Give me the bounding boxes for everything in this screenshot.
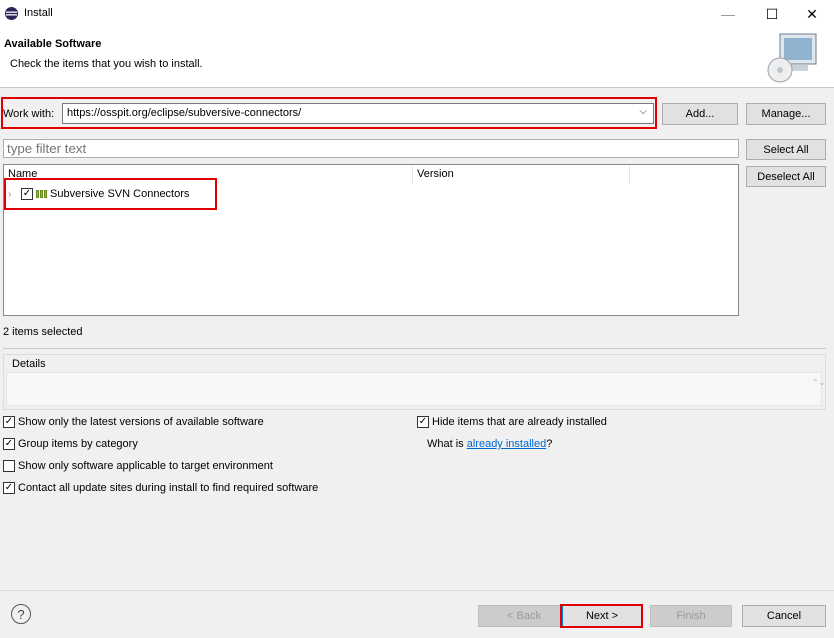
details-label: Details (10, 358, 48, 370)
checkbox-checked[interactable]: ✓ (3, 438, 15, 450)
option-label: Hide items that are already installed (432, 416, 607, 428)
column-header-name[interactable]: Name (8, 168, 37, 180)
details-text-area[interactable] (6, 372, 822, 406)
finish-button[interactable]: Finish (650, 605, 732, 627)
checkbox-checked[interactable]: ✓ (3, 482, 15, 494)
row-checkbox[interactable]: ✓ (21, 188, 33, 200)
option-label: Show only the latest versions of availab… (18, 416, 264, 428)
minimize-icon[interactable]: — (706, 0, 750, 28)
work-with-value: https://osspit.org/eclipse/subversive-co… (67, 107, 302, 119)
filter-input[interactable] (3, 139, 739, 158)
installed-info-suffix: ? (546, 438, 553, 450)
maximize-icon[interactable]: ☐ (750, 0, 794, 28)
cancel-button[interactable]: Cancel (742, 605, 826, 627)
column-divider[interactable] (629, 166, 630, 184)
manage-button[interactable]: Manage... (746, 103, 826, 125)
next-button[interactable]: Next > (562, 605, 642, 627)
column-header-version[interactable]: Version (417, 168, 454, 180)
option-label: Contact all update sites during install … (18, 482, 319, 494)
divider (3, 348, 826, 349)
footer-divider (0, 590, 834, 591)
work-with-combo[interactable]: https://osspit.org/eclipse/subversive-co… (62, 103, 654, 124)
software-tree[interactable]: Name Version › ✓ Subversive SVN Connecto… (3, 164, 739, 316)
add-button[interactable]: Add... (662, 103, 738, 125)
eclipse-app-icon (5, 7, 18, 20)
checkbox-checked[interactable]: ✓ (417, 416, 429, 428)
option-hide-installed[interactable]: ✓ Hide items that are already installed (417, 416, 607, 428)
close-icon[interactable]: ✕ (790, 0, 834, 28)
installed-info: What is already installed? (427, 438, 552, 450)
back-button[interactable]: < Back (478, 605, 570, 627)
option-group-by-category[interactable]: ✓ Group items by category (3, 438, 138, 450)
selected-count: 2 items selected (3, 326, 83, 338)
deselect-all-button[interactable]: Deselect All (746, 166, 826, 187)
page-description: Check the items that you wish to install… (10, 58, 203, 70)
window-title: Install (24, 7, 53, 19)
checkbox-unchecked[interactable] (3, 460, 15, 472)
scroll-arrows-icon[interactable]: ⌃⌄ (812, 378, 825, 387)
checkbox-checked[interactable]: ✓ (3, 416, 15, 428)
option-contact-update-sites[interactable]: ✓ Contact all update sites during instal… (3, 482, 318, 494)
installed-info-prefix: What is (427, 438, 467, 450)
category-icon (36, 190, 47, 198)
work-with-label: Work with: (3, 108, 55, 120)
help-icon[interactable]: ? (11, 604, 31, 624)
option-latest-versions[interactable]: ✓ Show only the latest versions of avail… (3, 416, 264, 428)
install-banner-icon (767, 33, 817, 83)
chevron-right-icon[interactable]: › (8, 189, 18, 200)
chevron-down-icon[interactable]: ⌵ (639, 106, 647, 117)
page-title: Available Software (4, 38, 102, 50)
select-all-button[interactable]: Select All (746, 139, 826, 160)
wizard-header: Available Software Check the items that … (0, 28, 834, 88)
option-target-environment[interactable]: Show only software applicable to target … (3, 460, 273, 472)
already-installed-link[interactable]: already installed (467, 438, 547, 450)
column-divider[interactable] (412, 166, 413, 184)
tree-row-label: Subversive SVN Connectors (50, 188, 190, 200)
option-label: Group items by category (18, 438, 138, 450)
option-label: Show only software applicable to target … (18, 460, 273, 472)
title-bar: Install — ☐ ✕ (0, 0, 834, 28)
tree-row[interactable]: › ✓ Subversive SVN Connectors (8, 185, 189, 203)
